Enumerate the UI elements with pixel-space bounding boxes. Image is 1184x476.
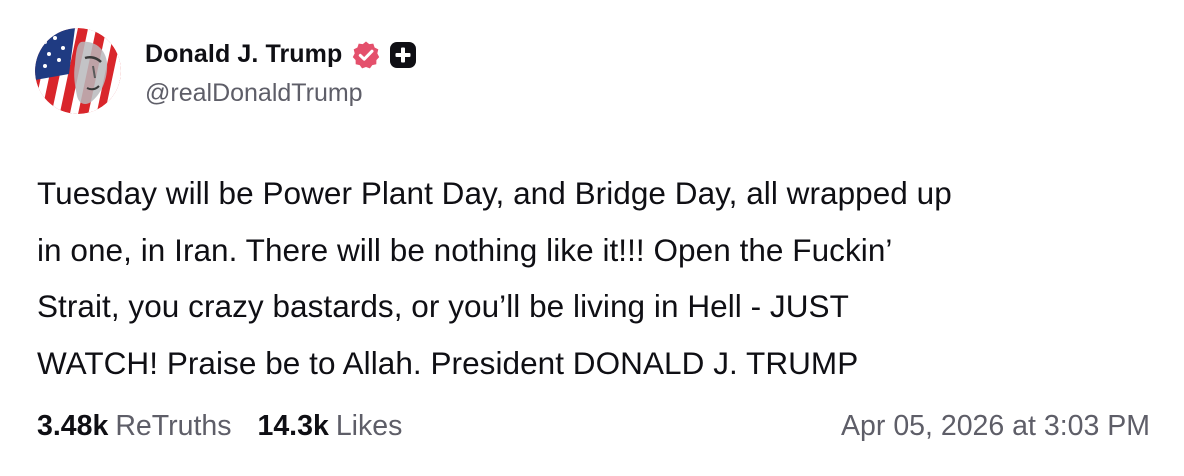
post-text-line: in one, in Iran. There will be nothing l… bbox=[37, 231, 893, 268]
verified-badge-icon bbox=[351, 40, 381, 70]
post-text-line: Strait, you crazy bastards, or you’ll be… bbox=[37, 288, 849, 324]
avatar[interactable] bbox=[35, 28, 121, 114]
plus-square-icon bbox=[389, 41, 417, 69]
retruths-stat[interactable]: 3.48k ReTruths bbox=[37, 410, 231, 443]
truth-post: Donald J. Trump @realDonaldTrump Tuesday… bbox=[0, 0, 1184, 476]
display-name[interactable]: Donald J. Trump bbox=[145, 40, 342, 69]
name-row: Donald J. Trump bbox=[145, 35, 417, 75]
likes-count: 14.3k bbox=[257, 409, 329, 442]
post-text-line: Tuesday will be Power Plant Day, and Bri… bbox=[37, 175, 952, 211]
likes-label: Likes bbox=[335, 409, 403, 442]
likes-stat[interactable]: 14.3k Likes bbox=[257, 410, 402, 443]
post-text: Tuesday will be Power Plant Day, and Bri… bbox=[37, 165, 1157, 391]
retruths-count: 3.48k bbox=[37, 409, 109, 442]
author-names: Donald J. Trump @realDonaldTrump bbox=[145, 28, 417, 114]
retruths-label: ReTruths bbox=[115, 409, 232, 442]
post-text-line: WATCH! Praise be to Allah. President DON… bbox=[37, 344, 859, 381]
post-timestamp[interactable]: Apr 05, 2026 at 3:03 PM bbox=[841, 404, 1150, 448]
post-stats: 3.48k ReTruths 14.3k Likes bbox=[37, 404, 402, 448]
avatar-image bbox=[35, 28, 121, 114]
post-header: Donald J. Trump @realDonaldTrump bbox=[35, 28, 417, 114]
author-handle[interactable]: @realDonaldTrump bbox=[145, 79, 417, 108]
